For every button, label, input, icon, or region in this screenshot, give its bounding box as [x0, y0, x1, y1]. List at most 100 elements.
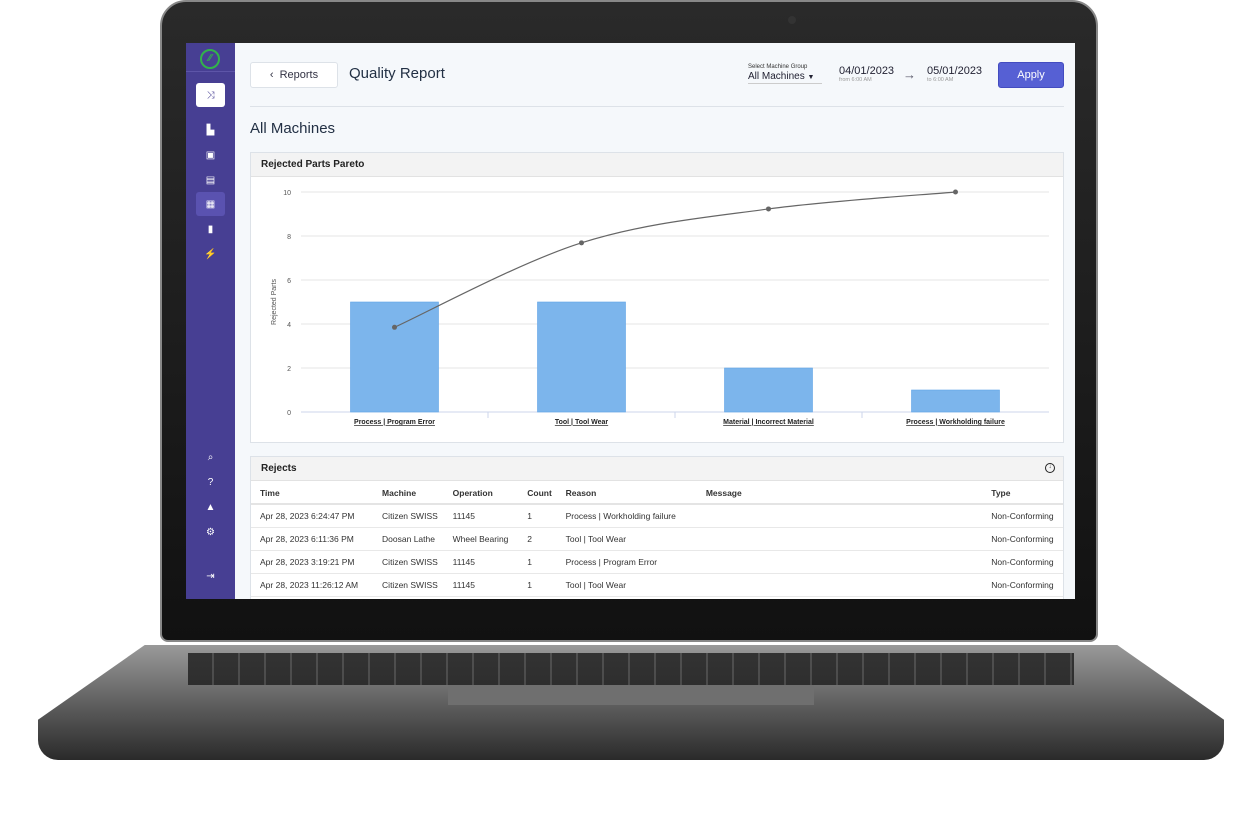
cell-operation: 11145	[443, 550, 519, 574]
from-date[interactable]: 04/01/2023 from 6:00 AM	[839, 65, 894, 83]
from-time: from 6:00 AM	[839, 77, 872, 83]
y-tick-label: 6	[287, 278, 291, 285]
column-header-time[interactable]: Time	[251, 481, 374, 505]
cumulative-line	[394, 191, 956, 328]
caret-down-icon: ▼	[807, 74, 815, 81]
y-tick-label: 8	[287, 234, 291, 241]
y-tick-label: 4	[287, 322, 291, 329]
rejects-title: Rejects	[261, 463, 297, 474]
cell-time: Apr 28, 2023 6:24:47 PM	[251, 504, 374, 528]
to-date[interactable]: 05/01/2023 to 6:00 AM	[927, 65, 982, 83]
x-tick-label: Process | Program Error	[354, 419, 435, 426]
settings-icon[interactable]: ⚙	[196, 520, 225, 544]
calendar-icon[interactable]: ▤	[196, 168, 225, 192]
rejects-table: Time Machine Operation Count Reason Message Ty…	[251, 481, 1063, 597]
cumulative-point	[953, 189, 958, 195]
search-icon[interactable]: ⌕	[196, 445, 225, 469]
cell-machine: Citizen SWISS	[373, 573, 444, 597]
y-tick-label: 10	[283, 190, 291, 197]
machine-group-value: All Machines	[748, 71, 805, 82]
table-row[interactable]: Apr 28, 2023 11:26:12 AM Citizen SWISS 111…	[251, 573, 1063, 597]
cell-operation: Wheel Bearing	[443, 527, 519, 551]
cumulative-point	[579, 240, 584, 246]
cell-count: 1	[518, 573, 557, 597]
report-icon[interactable]: ▦	[196, 192, 225, 216]
lock-icon[interactable]: ▲	[196, 495, 225, 519]
pareto-panel: Rejected Parts Pareto 0 2 4 6 8 10 Rejected Pa…	[250, 152, 1064, 443]
x-tick-label: Material | Incorrect Material	[723, 419, 814, 426]
cell-count: 1	[518, 550, 557, 574]
cell-reason: Process | Program Error	[556, 550, 697, 574]
y-tick-label: 2	[287, 366, 291, 373]
machine-group-select[interactable]: All Machines ▼	[748, 71, 822, 84]
machine-icon[interactable]: ▣	[196, 143, 225, 167]
machine-group-label: Select Machine Group	[748, 64, 808, 70]
cell-type: Non-Conforming	[982, 573, 1063, 597]
pareto-title: Rejected Parts Pareto	[251, 153, 1063, 177]
shuffle-icon[interactable]: ⤨	[196, 83, 225, 107]
cell-count: 2	[518, 527, 557, 551]
cumulative-point	[392, 324, 397, 330]
column-header-operation[interactable]: Operation	[443, 481, 519, 505]
bar-chart-icon[interactable]: ▮	[196, 217, 225, 241]
x-tick-label: Process | Workholding failure	[906, 419, 1005, 426]
bar	[724, 367, 813, 413]
touchpad	[448, 685, 814, 705]
cell-reason: Tool | Tool Wear	[556, 527, 697, 551]
table-row[interactable]: Apr 28, 2023 6:24:47 PM Citizen SWISS 1114…	[251, 504, 1063, 528]
column-header-count[interactable]: Count	[518, 481, 557, 505]
column-header-reason[interactable]: Reason	[556, 481, 697, 505]
bar	[350, 301, 439, 413]
apply-button[interactable]: Apply	[998, 62, 1064, 88]
factory-icon[interactable]: ▙	[196, 118, 225, 142]
bar	[537, 301, 626, 413]
cell-count: 1	[518, 504, 557, 528]
cell-reason: Process | Workholding failure	[556, 504, 697, 528]
cell-machine: Doosan Lathe	[373, 527, 444, 551]
cell-message	[696, 527, 983, 551]
logo-icon: ⁄⁄	[200, 49, 220, 69]
help-icon[interactable]: ?	[196, 470, 225, 494]
lightning-icon[interactable]: ⚡	[196, 242, 225, 266]
sidebar: ⁄⁄ ⤨ ▙ ▣ ▤ ▦ ▮ ⚡ ⌕? ▲ ⚙ ⇥	[186, 43, 235, 599]
column-header-message[interactable]: Message	[696, 481, 983, 505]
download-icon[interactable]: ↓	[1045, 463, 1055, 473]
cell-type: Non-Conforming	[982, 550, 1063, 574]
y-axis-label: Rejected Parts	[271, 279, 278, 325]
to-date-value: 05/01/2023	[927, 65, 983, 77]
cell-machine: Citizen SWISS	[373, 550, 444, 574]
cell-operation: 11145	[443, 573, 519, 597]
logout-icon[interactable]: ⇥	[196, 564, 225, 588]
app-screen: ⁄⁄ ⤨ ▙ ▣ ▤ ▦ ▮ ⚡ ⌕? ▲ ⚙ ⇥ ‹ Reports Quality Report …	[186, 43, 1075, 599]
x-tick-label: Tool | Tool Wear	[555, 419, 609, 426]
laptop-base	[38, 645, 1224, 760]
cell-type: Non-Conforming	[982, 504, 1063, 528]
back-label: Reports	[279, 69, 319, 81]
bar	[911, 389, 1000, 413]
back-to-reports-button[interactable]: ‹ Reports	[250, 62, 338, 88]
column-header-type[interactable]: Type	[982, 481, 1063, 505]
cell-machine: Citizen SWISS	[373, 504, 444, 528]
table-row[interactable]: Apr 28, 2023 6:11:36 PM Doosan Lathe Wheel…	[251, 527, 1063, 551]
webcam	[788, 16, 796, 24]
arrow-right-icon: →	[903, 67, 916, 82]
cell-time: Apr 28, 2023 3:19:21 PM	[251, 550, 374, 574]
from-date-value: 04/01/2023	[839, 65, 895, 77]
cell-message	[696, 573, 983, 597]
cell-reason: Tool | Tool Wear	[556, 573, 697, 597]
cumulative-point	[766, 206, 771, 212]
section-title: All Machines	[250, 120, 336, 137]
cell-message	[696, 550, 983, 574]
cell-time: Apr 28, 2023 11:26:12 AM	[251, 573, 374, 597]
header-divider	[250, 106, 1064, 107]
cell-time: Apr 28, 2023 6:11:36 PM	[251, 527, 374, 551]
rejects-panel: Rejects ↓ Time Machine Operation Count Reason…	[250, 456, 1064, 599]
y-tick-label: 0	[287, 410, 291, 417]
cell-message	[696, 504, 983, 528]
column-header-machine[interactable]: Machine	[373, 481, 444, 505]
keyboard	[188, 653, 1074, 685]
cell-type: Non-Conforming	[982, 527, 1063, 551]
table-row[interactable]: Apr 28, 2023 3:19:21 PM Citizen SWISS 1114…	[251, 550, 1063, 574]
cell-operation: 11145	[443, 504, 519, 528]
chevron-left-icon: ‹	[269, 69, 274, 81]
